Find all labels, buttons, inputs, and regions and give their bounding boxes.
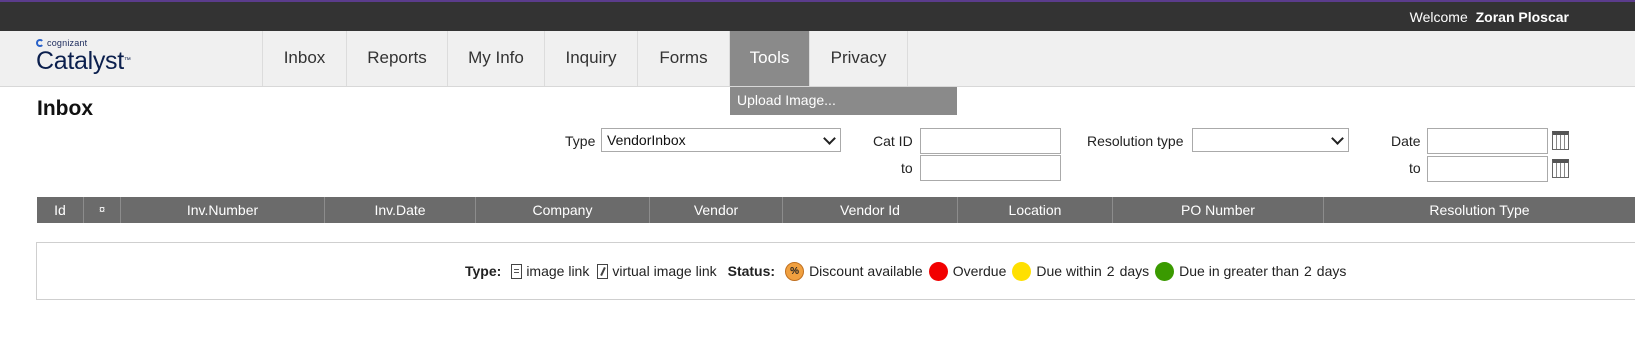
date-from-input[interactable]: [1427, 128, 1548, 154]
virtual-document-icon: [597, 263, 609, 279]
nav-inquiry[interactable]: Inquiry: [545, 31, 638, 86]
date-to-input[interactable]: [1427, 156, 1548, 182]
main-navbar: cognizant Catalyst™ Inbox Reports My Inf…: [0, 31, 1635, 87]
legend-type-label: Type:: [465, 263, 502, 279]
inbox-table-header: Id ¤ Inv.Number Inv.Date Company Vendor …: [37, 197, 1635, 223]
column-header-vendor[interactable]: Vendor: [650, 197, 783, 223]
column-header-location[interactable]: Location: [958, 197, 1113, 223]
nav-tools[interactable]: Tools: [730, 31, 810, 86]
chevron-down-icon: [1331, 132, 1344, 145]
product-name: Catalyst™: [36, 47, 131, 75]
column-header-vendor-id[interactable]: Vendor Id: [783, 197, 958, 223]
nav-forms[interactable]: Forms: [638, 31, 730, 86]
cat-id-to-label: to: [901, 160, 913, 176]
column-header-inv-number[interactable]: Inv.Number: [121, 197, 325, 223]
column-header-company[interactable]: Company: [476, 197, 650, 223]
column-header-icon[interactable]: ¤: [84, 197, 121, 223]
legend-discount: Discount available: [809, 263, 923, 279]
document-icon: [511, 263, 523, 279]
resolution-type-label: Resolution type: [1087, 133, 1184, 149]
cat-id-label: Cat ID: [873, 133, 913, 149]
legend-image-link: image link: [526, 263, 590, 279]
legend-due-within: Due within: [1036, 263, 1102, 279]
type-filter-label: Type: [565, 133, 596, 149]
legend-due-greater: Due in greater than: [1179, 263, 1299, 279]
legend-overdue: Overdue: [952, 263, 1007, 279]
legend-status-label: Status:: [727, 263, 776, 279]
tools-menu-upload-image[interactable]: Upload Image...: [730, 87, 957, 115]
legend-days-2: days: [1316, 263, 1347, 279]
legend-days: days: [1119, 263, 1150, 279]
calendar-icon[interactable]: [1552, 159, 1569, 178]
date-label: Date: [1391, 133, 1421, 149]
chevron-down-icon: [823, 132, 836, 145]
legend-virtual-image-link: virtual image link: [612, 263, 717, 279]
column-header-po-number[interactable]: PO Number: [1113, 197, 1324, 223]
nav-inbox[interactable]: Inbox: [262, 31, 347, 86]
welcome-label: Welcome: [1409, 9, 1468, 25]
cat-id-from-input[interactable]: [920, 128, 1061, 154]
column-header-resolution-type[interactable]: Resolution Type: [1324, 197, 1635, 223]
top-bar: Welcome Zoran Ploscar: [0, 2, 1635, 31]
column-header-inv-date[interactable]: Inv.Date: [325, 197, 476, 223]
cognizant-logo-icon: [36, 39, 44, 47]
page-title: Inbox: [37, 97, 93, 120]
legend-due-within-days: 2: [1106, 263, 1115, 279]
legend-due-greater-days: 2: [1304, 263, 1312, 279]
overdue-status-icon: [928, 261, 948, 281]
calendar-icon[interactable]: [1552, 131, 1569, 150]
catalyst-logo[interactable]: cognizant Catalyst™: [36, 38, 131, 75]
nav-privacy[interactable]: Privacy: [810, 31, 908, 86]
user-name[interactable]: Zoran Ploscar: [1476, 9, 1569, 25]
date-to-label: to: [1409, 160, 1421, 176]
nav-reports[interactable]: Reports: [347, 31, 448, 86]
column-header-id[interactable]: Id: [37, 197, 84, 223]
cat-id-to-input[interactable]: [920, 155, 1061, 181]
due-greater-status-icon: [1155, 261, 1175, 281]
nav-my-info[interactable]: My Info: [448, 31, 545, 86]
discount-icon: %: [785, 261, 805, 281]
type-select-value: VendorInbox: [607, 132, 686, 148]
legend: Type: image link virtual image link Stat…: [465, 261, 1347, 281]
resolution-type-select[interactable]: [1192, 128, 1349, 152]
due-within-status-icon: [1012, 261, 1032, 281]
type-select[interactable]: VendorInbox: [601, 128, 841, 152]
welcome-message: Welcome Zoran Ploscar: [1410, 9, 1569, 25]
